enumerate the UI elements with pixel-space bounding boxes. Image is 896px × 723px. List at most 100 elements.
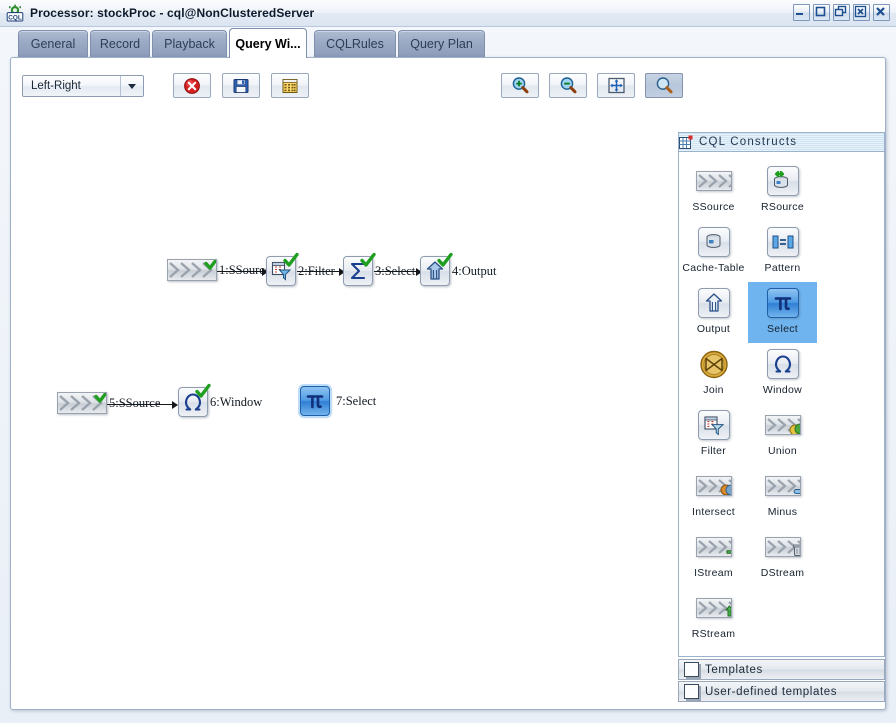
graph-node-window-6[interactable]: 6:Window [178,383,263,417]
palette-item-label: Output [696,323,731,335]
palette-item-pattern[interactable]: Pattern [748,221,817,282]
palette-item-union[interactable]: Union [748,404,817,465]
palette-item-label: Union [768,445,797,457]
palette-item-label: Join [703,384,724,396]
output-arrows-icon [420,252,453,286]
layout-direction-select[interactable]: Left-Right [22,75,144,97]
graph-node-filter-2[interactable]: 2:Filter [266,252,335,286]
palette-item-ssource[interactable]: SSource [679,160,748,221]
user-defined-templates-section[interactable]: User-defined templates [678,681,885,702]
sigma-icon [343,252,376,286]
zoom-out-button[interactable] [549,73,587,98]
graph-node-label: 1:SSource [219,262,271,277]
stream-source-icon [57,392,107,414]
palette-item-window[interactable]: Window [748,343,817,404]
restore-button[interactable] [833,4,850,21]
tab-strip: General Record Playback Query Wi... CQLR… [0,26,896,58]
filter-table-icon [266,252,299,286]
palette-item-istream[interactable]: IStream [679,526,748,587]
check-ok-icon [195,383,211,399]
graph-node-select-7[interactable]: 7:Select [300,386,376,416]
stream-source-icon [695,164,732,198]
cache-table-icon [696,225,732,259]
zoom-select-button[interactable] [645,73,683,98]
palette-item-label: Window [762,384,803,396]
cql-constructs-palette: CQL Constructs SSource RSource Cache-Tab… [678,106,885,709]
tab-record[interactable]: Record [90,30,150,57]
graph-node-label: 3:Select [375,263,416,278]
palette-item-label: IStream [694,567,733,579]
palette-item-dstream[interactable]: DStream [748,526,817,587]
tab-query-plan[interactable]: Query Plan [398,30,485,57]
palette-title-bar[interactable]: CQL Constructs [678,132,885,152]
query-diagram-canvas[interactable]: 1:SSource 2:Filter 3:Select 4:Output 5:S… [12,106,667,709]
pi-icon [765,286,801,320]
palette-item-cache-table[interactable]: Cache-Table [679,221,748,282]
omega-icon [178,383,211,417]
graph-node-label: 4:Output [452,263,497,278]
zoom-fit-button[interactable] [597,73,635,98]
maximize-button[interactable] [813,4,830,21]
template-square-icon [684,684,699,699]
palette-item-label: Minus [767,506,798,518]
palette-item-label: Filter [700,445,727,457]
tab-label: Record [99,37,141,51]
check-ok-icon [437,252,453,268]
tab-cqlrules[interactable]: CQLRules [314,30,396,57]
palette-title: CQL Constructs [699,136,798,148]
relation-source-icon [765,164,801,198]
templates-label: Templates [705,663,763,676]
palette-item-output[interactable]: Output [679,282,748,343]
tab-playback[interactable]: Playback [152,30,227,57]
palette-item-rstream[interactable]: RStream [679,587,748,648]
palette-item-label: DStream [760,567,805,579]
palette-item-label: RSource [761,201,804,213]
tab-label: General [30,37,76,51]
window-controls [793,4,890,21]
palette-body: SSource RSource Cache-Table Pattern Outp… [678,152,885,657]
dstream-trash-icon [764,530,801,564]
palette-grid: SSource RSource Cache-Table Pattern Outp… [679,152,884,648]
tab-content-panel: Left-Right 1:SSource 2:Filter 3:Select 4… [10,57,886,710]
save-button[interactable] [222,73,260,98]
tab-query-wizard[interactable]: Query Wi... [229,28,307,58]
omega-icon [765,347,801,381]
templates-section[interactable]: Templates [678,659,885,680]
join-bowtie-icon [696,347,732,381]
graph-node-label: 7:Select [336,393,377,408]
window-title: Processor: stockProc - cql@NonClusteredS… [30,6,315,20]
filter-table-icon [696,408,732,442]
graph-node-label: 6:Window [210,394,263,409]
palette-item-label: SSource [692,201,735,213]
check-ok-icon [360,252,376,268]
palette-item-join[interactable]: Join [679,343,748,404]
graph-node-ssource-5[interactable]: 5:SSource [57,392,160,414]
palette-item-label: RStream [691,628,736,640]
palette-item-filter[interactable]: Filter [679,404,748,465]
grid-button[interactable] [271,73,309,98]
palette-item-rsource[interactable]: RSource [748,160,817,221]
delete-button[interactable] [173,73,211,98]
minimize-button[interactable] [793,4,810,21]
application-window: CQL Processor: stockProc - cql@NonCluste… [0,0,896,723]
user-defined-templates-label: User-defined templates [705,685,838,698]
zoom-in-button[interactable] [501,73,539,98]
output-arrows-icon [696,286,732,320]
palette-item-select[interactable]: Select [748,282,817,343]
graph-node-select-3[interactable]: 3:Select [343,252,416,286]
palette-item-intersect[interactable]: Intersect [679,465,748,526]
palette-item-label: Intersect [692,506,735,518]
svg-text:CQL: CQL [8,14,22,21]
graph-node-output-4[interactable]: 4:Output [420,252,497,286]
close-button[interactable] [873,4,890,21]
diagram-toolbar: Left-Right [11,58,885,169]
palette-item-minus[interactable]: Minus [748,465,817,526]
chevron-down-icon [120,76,143,96]
graph-node-label: 5:SSource [109,395,161,410]
close-document-button[interactable] [853,4,870,21]
tab-general[interactable]: General [18,30,88,57]
graph-node-ssource-1[interactable]: 1:SSource [167,259,270,281]
grid-palette-icon [679,135,694,150]
union-icon [764,408,801,442]
palette-footer: Templates User-defined templates [678,659,885,703]
